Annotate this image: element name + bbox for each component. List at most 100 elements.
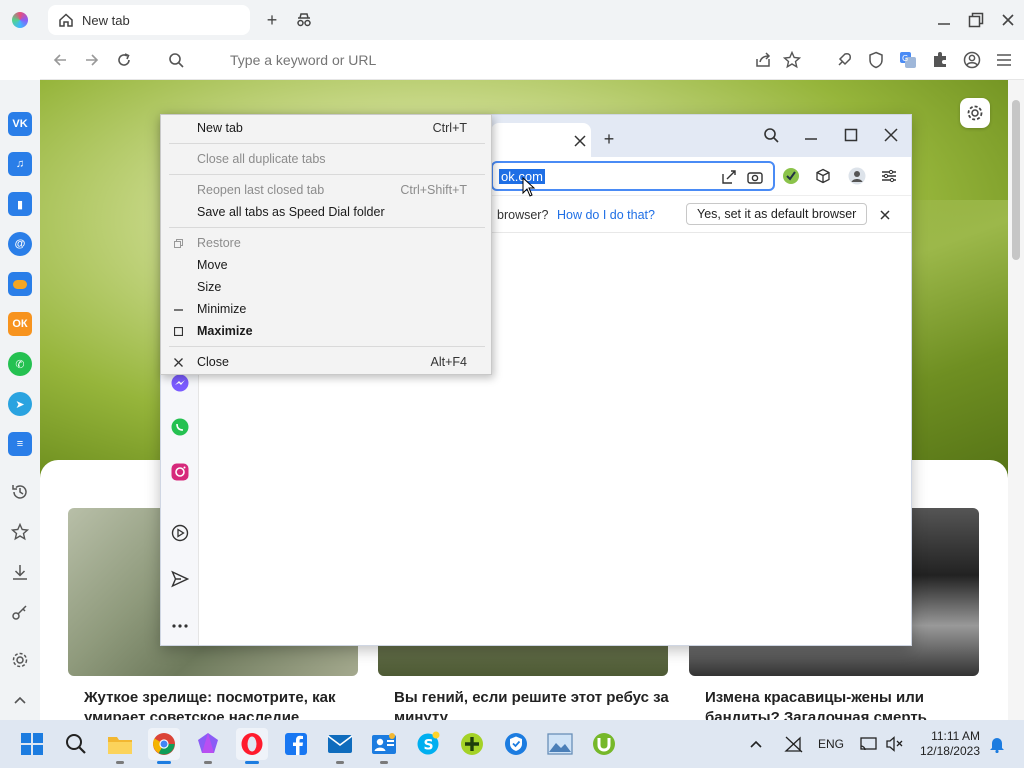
opera-icon[interactable] <box>236 728 268 764</box>
menu-item-close-duplicate-tabs[interactable]: Close all duplicate tabs <box>161 148 491 170</box>
mail-icon[interactable] <box>324 728 356 764</box>
stats-chart-icon[interactable]: ▮ <box>8 192 32 216</box>
chrome-icon[interactable] <box>148 728 180 764</box>
utorrent-icon[interactable] <box>588 728 620 760</box>
menu-separator <box>169 143 485 144</box>
send-icon[interactable] <box>170 569 190 589</box>
gem-app-icon[interactable] <box>192 728 224 764</box>
bookmarks-star-icon[interactable] <box>10 522 30 542</box>
bookmark-star-icon[interactable] <box>782 50 802 70</box>
menu-item-close[interactable]: Close Alt+F4 <box>161 351 491 373</box>
menu-item-reopen-closed-tab[interactable]: Reopen last closed tab Ctrl+Shift+T <box>161 179 491 201</box>
forward-arrow-icon[interactable] <box>82 50 102 70</box>
cube-icon[interactable] <box>813 166 833 186</box>
share-icon[interactable] <box>754 50 774 70</box>
address-input[interactable] <box>230 50 630 70</box>
vk-icon[interactable]: VK <box>8 112 32 136</box>
menu-item-new-tab[interactable]: New tab Ctrl+T <box>161 117 491 139</box>
task-list-icon[interactable]: ≡ <box>8 432 32 456</box>
close-window-icon[interactable] <box>998 10 1018 30</box>
browser-logo-icon[interactable] <box>12 12 28 28</box>
search-icon <box>166 50 186 70</box>
more-dots-icon[interactable] <box>170 616 190 636</box>
whatsapp-icon[interactable]: ✆ <box>8 352 32 376</box>
rocket-icon[interactable] <box>834 50 854 70</box>
cloud-icon[interactable] <box>8 272 32 296</box>
telegram-icon[interactable]: ➤ <box>8 392 32 416</box>
file-explorer-icon[interactable] <box>104 728 136 764</box>
vpn-badge-icon[interactable] <box>781 166 801 186</box>
photos-app-icon[interactable] <box>544 728 576 760</box>
close-tab-icon[interactable] <box>570 131 590 151</box>
main-menu-icon[interactable] <box>994 50 1014 70</box>
odnoklassniki-icon[interactable]: ОК <box>8 312 32 336</box>
menu-separator <box>169 346 485 347</box>
passwords-key-icon[interactable] <box>10 602 30 622</box>
close-banner-icon[interactable] <box>875 205 895 225</box>
menu-item-minimize[interactable]: Minimize <box>161 298 491 320</box>
page-settings-gear-icon[interactable] <box>960 98 990 128</box>
facebook-icon[interactable] <box>280 728 312 760</box>
close-icon <box>171 355 185 369</box>
mail-at-icon[interactable]: @ <box>8 232 32 256</box>
close-window-icon[interactable] <box>881 125 901 145</box>
menu-item-restore[interactable]: Restore <box>161 232 491 254</box>
clock-date: 12/18/2023 <box>919 744 980 758</box>
extensions-puzzle-icon[interactable] <box>930 50 950 70</box>
minimize-icon[interactable] <box>934 10 954 30</box>
vpn-shield-app-icon[interactable] <box>500 728 532 760</box>
downloads-icon[interactable] <box>10 562 30 582</box>
edit-share-icon[interactable] <box>719 167 739 187</box>
how-to-link[interactable]: How do I do that? <box>557 208 655 222</box>
back-arrow-icon[interactable] <box>50 50 70 70</box>
clock[interactable]: 11:11 AM 12/18/2023 <box>918 729 980 759</box>
news-card-title[interactable]: Измена красавицы-жены или бандиты? Загад… <box>705 688 995 720</box>
incognito-icon[interactable] <box>294 10 314 30</box>
input-language[interactable]: ENG <box>818 737 844 751</box>
notification-bell-icon[interactable] <box>984 728 1010 760</box>
maximize-icon[interactable] <box>841 125 861 145</box>
menu-item-size[interactable]: Size <box>161 276 491 298</box>
easy-setup-sliders-icon[interactable] <box>879 166 899 186</box>
page-scrollbar[interactable] <box>1008 80 1024 720</box>
start-windows-icon[interactable] <box>16 728 48 760</box>
search-icon[interactable] <box>60 728 92 760</box>
history-icon[interactable] <box>10 482 30 502</box>
messenger-icon[interactable] <box>170 373 190 393</box>
news-card-title[interactable]: Жуткое зрелище: посмотрите, как умирает … <box>84 688 374 720</box>
windows-taskbar: S ENG 11:11 AM 12/18/2023 <box>0 720 1024 768</box>
contacts-app-icon[interactable] <box>368 728 400 764</box>
camera-icon[interactable] <box>745 167 765 187</box>
news-card-title[interactable]: Вы гений, если решите этот ребус за мину… <box>394 688 684 720</box>
minimize-icon[interactable] <box>801 125 821 145</box>
skype-icon[interactable]: S <box>412 728 444 760</box>
volume-muted-icon[interactable] <box>882 728 908 760</box>
account-icon[interactable] <box>962 50 982 70</box>
green-plus-app-icon[interactable] <box>456 728 488 760</box>
translate-icon[interactable]: G <box>898 50 918 70</box>
search-icon[interactable] <box>761 125 781 145</box>
profile-avatar-icon[interactable] <box>847 166 867 186</box>
menu-item-move[interactable]: Move <box>161 254 491 276</box>
instagram-icon[interactable] <box>170 462 190 482</box>
display-cast-icon[interactable] <box>856 728 882 760</box>
set-default-browser-button[interactable]: Yes, set it as default browser <box>686 203 868 225</box>
settings-gear-icon[interactable] <box>10 650 30 670</box>
whatsapp-icon[interactable] <box>170 417 190 437</box>
player-icon[interactable] <box>170 523 190 543</box>
minimize-icon <box>171 302 185 316</box>
network-disconnected-icon[interactable] <box>780 728 808 760</box>
music-icon[interactable]: ♫ <box>8 152 32 176</box>
tab-new-tab[interactable]: New tab <box>48 5 250 35</box>
show-hidden-icons-chevron-icon[interactable] <box>746 728 766 760</box>
chevron-up-icon[interactable] <box>10 690 30 710</box>
reload-icon[interactable] <box>114 50 134 70</box>
menu-item-maximize[interactable]: Maximize <box>161 320 491 342</box>
home-icon <box>59 13 73 27</box>
new-tab-plus-icon[interactable]: + <box>599 129 619 149</box>
restore-icon <box>171 236 185 250</box>
restore-icon[interactable] <box>966 10 986 30</box>
menu-item-save-tabs-speed-dial[interactable]: Save all tabs as Speed Dial folder <box>161 201 491 223</box>
shield-icon[interactable] <box>866 50 886 70</box>
new-tab-plus-icon[interactable]: + <box>262 10 282 30</box>
